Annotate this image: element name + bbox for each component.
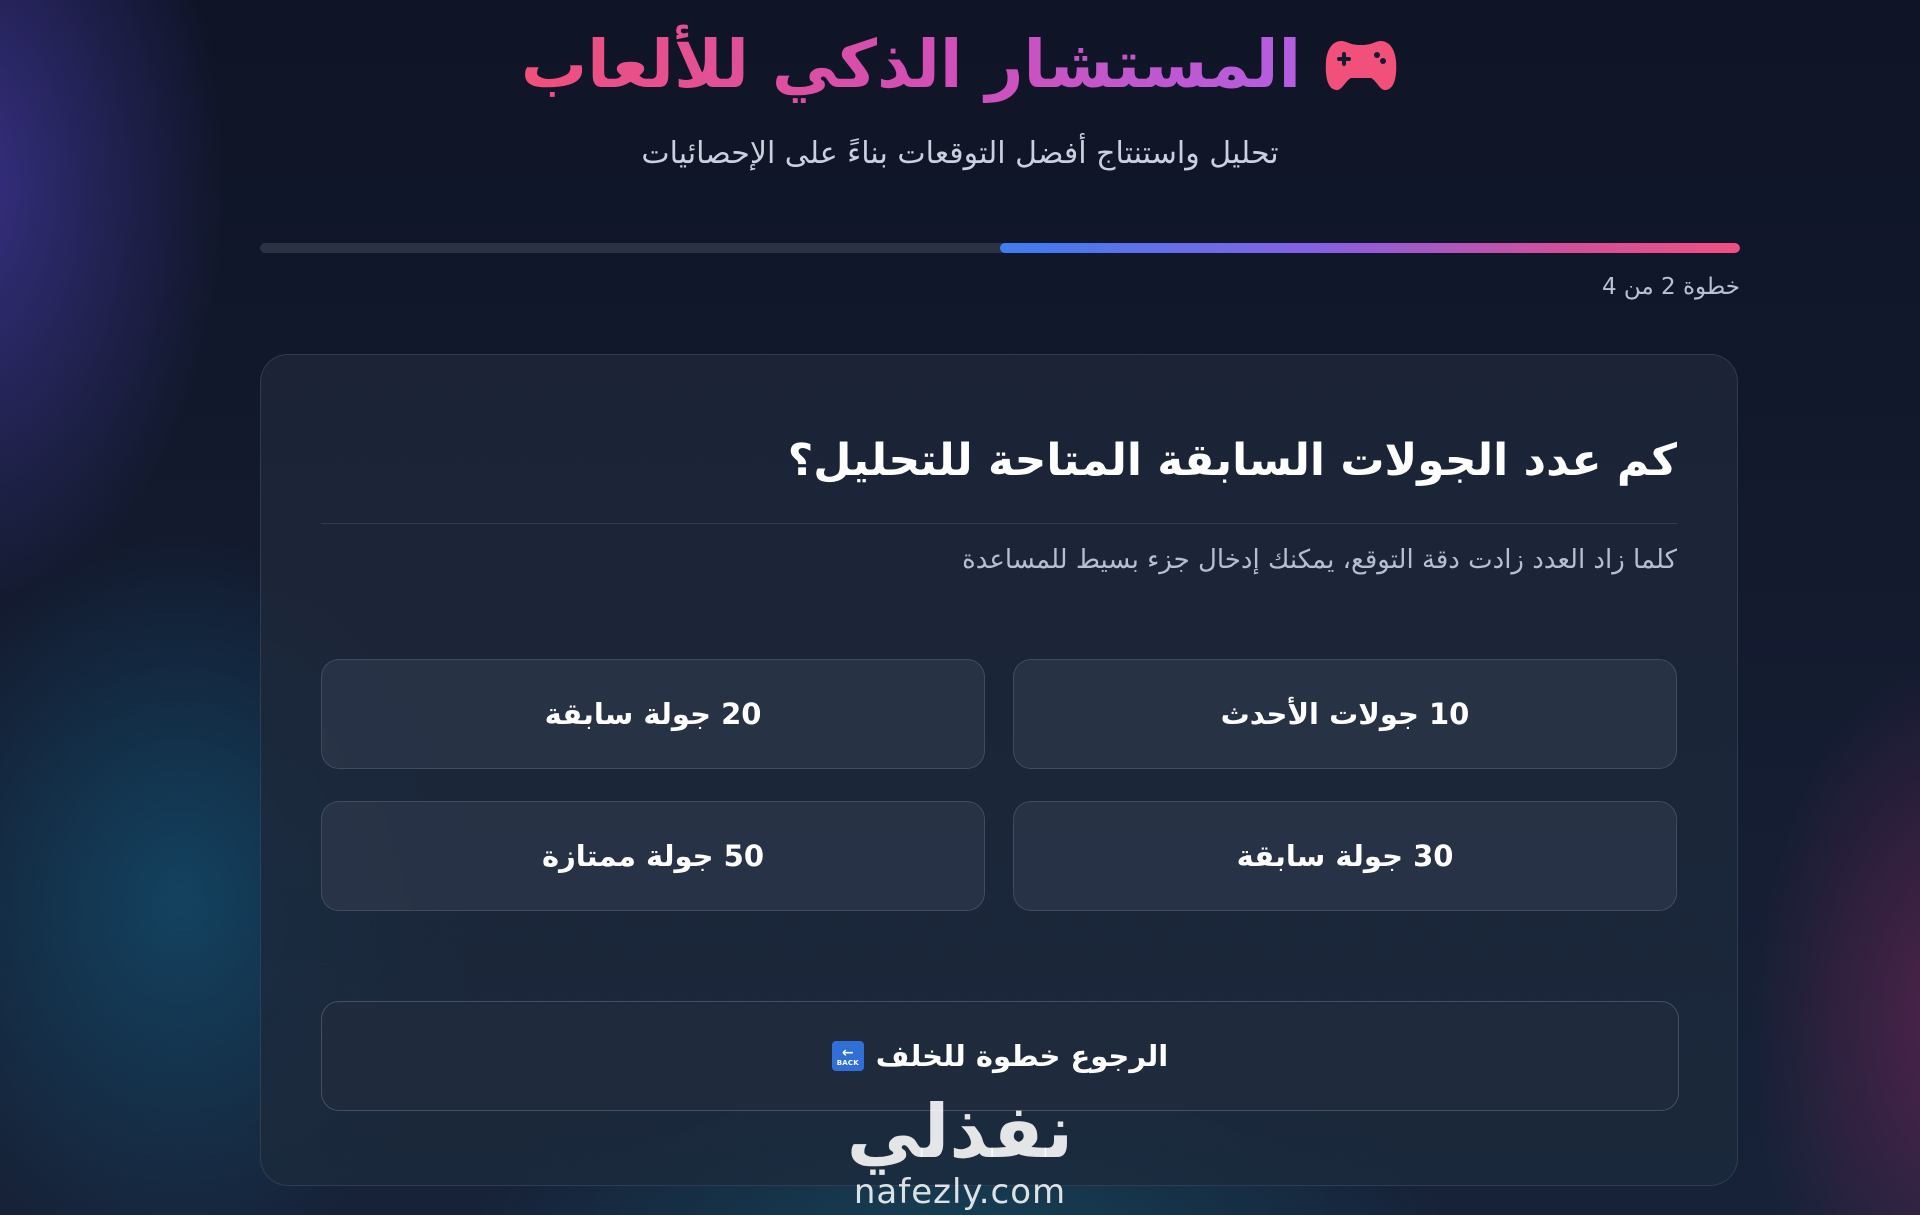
option-button-20-rounds[interactable]: 20 جولة سابقة [321,659,985,769]
option-button-30-rounds[interactable]: 30 جولة سابقة [1013,801,1677,911]
step-indicator: خطوة 2 من 4 [1601,274,1740,300]
option-label: 10 جولات الأحدث [1220,697,1470,731]
question-card: كم عدد الجولات السابقة المتاحة للتحليل؟ … [260,354,1738,1186]
back-icon-text: BACK [836,1058,859,1067]
back-arrow-icon: ← BACK [831,1041,864,1071]
option-label: 20 جولة سابقة [544,697,762,731]
progress-bar-fill [1000,243,1740,253]
option-label: 50 جولة ممتازة [541,839,765,873]
question-hint: كلما زاد العدد زادت دقة التوقع، يمكنك إد… [962,545,1677,575]
option-button-50-rounds[interactable]: 50 جولة ممتازة [321,801,985,911]
divider [321,523,1677,524]
option-label: 30 جولة سابقة [1236,839,1454,873]
title-row: المستشار الذكي للألعاب [0,20,1920,110]
gamepad-icon [1325,41,1397,91]
question-title: كم عدد الجولات السابقة المتاحة للتحليل؟ [787,435,1677,486]
back-button[interactable]: الرجوع خطوة للخلف ← BACK [321,1001,1679,1111]
back-button-label: الرجوع خطوة للخلف [875,1039,1169,1073]
progress-bar [260,243,1740,253]
option-button-10-rounds[interactable]: 10 جولات الأحدث [1013,659,1677,769]
app-title: المستشار الذكي للألعاب [521,20,1301,110]
app-subtitle: تحليل واستنتاج أفضل التوقعات بناءً على ا… [641,136,1279,171]
page-header: المستشار الذكي للألعاب تحليل واستنتاج أف… [0,20,1920,171]
